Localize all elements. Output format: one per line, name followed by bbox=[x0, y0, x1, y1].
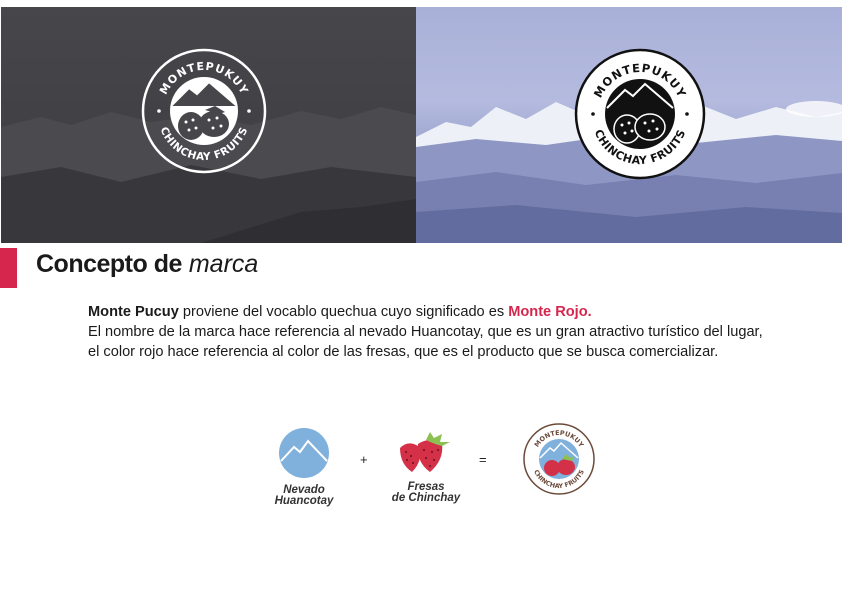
nevado-label-line2: Huancotay bbox=[274, 495, 334, 507]
brand-concept-equation: Nevado Huancotay + Fresas de Chinchay = bbox=[0, 420, 842, 520]
dark-logo-panel: MONTEPUKUY CHINCHAY FRUITS bbox=[1, 7, 416, 243]
result-logo: MONTEPUKUY CHINCHAY FRUITS bbox=[522, 422, 596, 501]
description-paragraph: El nombre de la marca hace referencia al… bbox=[88, 324, 763, 360]
section-title: Concepto de marca bbox=[36, 250, 258, 279]
title-bold-part: Concepto de bbox=[36, 250, 182, 278]
montepukuy-color-logo-icon: MONTEPUKUY CHINCHAY FRUITS bbox=[523, 423, 595, 495]
montepukuy-logo-black-icon: MONTEPUKUY CHINCHAY FRUITS bbox=[574, 48, 706, 185]
mountain-circle-icon bbox=[279, 428, 329, 478]
plus-sign: + bbox=[360, 452, 368, 467]
brand-description: Monte Pucuy proviene del vocablo quechua… bbox=[88, 302, 768, 362]
fresas-item: Fresas de Chinchay bbox=[386, 430, 466, 504]
light-logo-panel: MONTEPUKUY CHINCHAY FRUITS bbox=[416, 7, 842, 243]
title-italic-part: marca bbox=[188, 250, 259, 278]
meaning-highlight: Monte Rojo. bbox=[508, 304, 592, 320]
nevado-item: Nevado Huancotay bbox=[268, 427, 340, 507]
montepukuy-logo-icon: MONTEPUKUY CHINCHAY FRUITS bbox=[141, 48, 267, 179]
strawberry-icon bbox=[400, 432, 450, 472]
fresas-label-line2: de Chinchay bbox=[391, 492, 461, 504]
hero-banner: MONTEPUKUY CHINCHAY FRUITS MONTEPUKUY CH… bbox=[1, 7, 842, 243]
brand-name: Monte Pucuy bbox=[88, 304, 179, 320]
heading-accent-bar bbox=[0, 248, 17, 288]
equals-sign: = bbox=[479, 452, 487, 467]
description-line1: proviene del vocablo quechua cuyo signif… bbox=[178, 304, 509, 320]
